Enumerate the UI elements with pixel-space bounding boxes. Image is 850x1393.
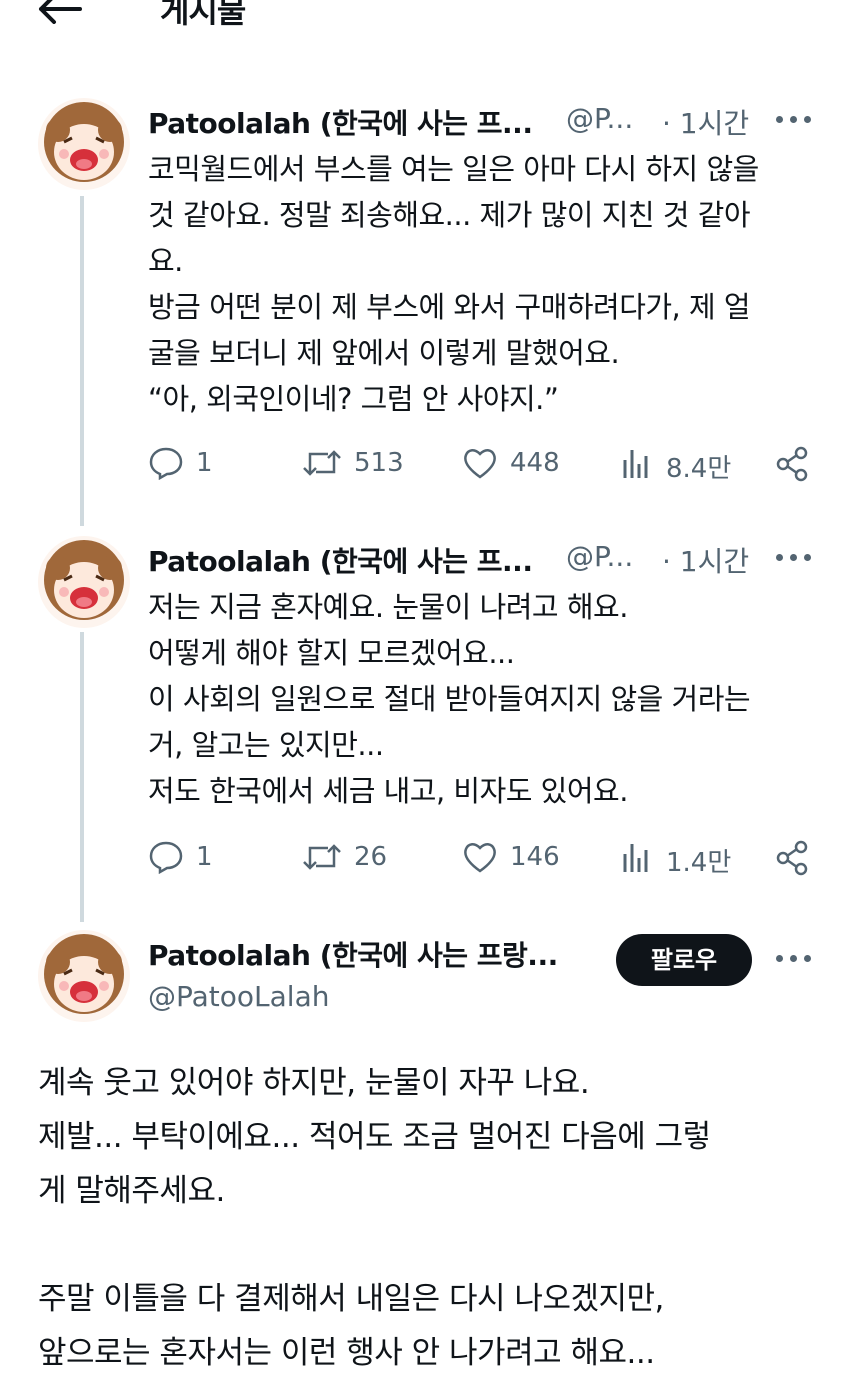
views-button[interactable]: 8.4만	[620, 444, 740, 484]
more-options-icon[interactable]	[776, 116, 812, 126]
heart-icon	[464, 843, 496, 873]
display-name[interactable]: Patoolalah (한국에 사는 프랑...	[148, 934, 558, 974]
user-handle[interactable]: @P...	[566, 540, 633, 573]
share-button[interactable]	[774, 838, 814, 878]
action-bar: 1 26 146 1.4만	[148, 838, 818, 878]
share-button[interactable]	[774, 444, 814, 484]
text-line: 앞으로는 혼자서는 이런 행사 안 나가려고 해요...	[38, 1335, 655, 1371]
action-bar: 1 513 448 8.4만	[148, 444, 818, 484]
view-count: 8.4만	[666, 454, 732, 484]
text-line: 코믹월드에서 부스를 여는 일은 아마 다시 하지 않을	[148, 152, 759, 186]
display-name[interactable]: Patoolalah (한국에 사는 프...	[148, 540, 533, 580]
like-count: 146	[510, 842, 560, 872]
retweet-icon	[303, 450, 341, 476]
text-line: 계속 웃고 있어야 하지만, 눈물이 자꾸 나요.	[38, 1065, 590, 1101]
main-tweet-text: 계속 웃고 있어야 하지만, 눈물이 자꾸 나요. 제발... 부탁이에요...…	[38, 1056, 711, 1380]
text-line: 게 말해주세요.	[38, 1173, 225, 1209]
text-line: 굴을 보더니 제 앞에서 이렇게 말했어요.	[148, 336, 620, 370]
text-line: 제발... 부탁이에요... 적어도 조금 멀어진 다음에 그렇	[38, 1119, 711, 1155]
avatar[interactable]	[38, 536, 130, 628]
retweet-button[interactable]: 26	[302, 838, 412, 878]
retweet-count: 26	[354, 842, 388, 872]
avatar-image	[38, 930, 130, 1022]
reply-button[interactable]: 1	[148, 838, 228, 878]
like-button[interactable]: 146	[462, 838, 572, 878]
text-line: 주말 이틀을 다 결제해서 내일은 다시 나오겠지만,	[38, 1281, 664, 1317]
retweet-count: 513	[354, 448, 404, 478]
timestamp[interactable]: · 1시간	[662, 102, 749, 142]
reply-button[interactable]: 1	[148, 444, 228, 484]
tweet-text: 코믹월드에서 부스를 여는 일은 아마 다시 하지 않을 것 같아요. 정말 죄…	[148, 146, 759, 422]
avatar[interactable]	[38, 98, 130, 190]
reply-count: 1	[196, 448, 213, 478]
reply-count: 1	[196, 842, 213, 872]
text-line: 방금 어떤 분이 제 부스에 와서 구매하려다가, 제 얼	[148, 290, 751, 324]
thread-line	[80, 632, 84, 922]
text-line: 이 사회의 일원으로 절대 받아들여지지 않을 거라는	[148, 682, 751, 716]
user-handle[interactable]: @P...	[566, 102, 633, 135]
more-options-icon[interactable]	[776, 955, 812, 965]
tweet-header: Patoolalah (한국에 사는 프... @P... · 1시간	[148, 540, 768, 580]
thread-tweet-1[interactable]: Patoolalah (한국에 사는 프... @P... · 1시간 코믹월드…	[0, 0, 850, 520]
view-count: 1.4만	[666, 848, 732, 878]
reply-icon	[149, 447, 183, 480]
tweet-text: 저는 지금 혼자예요. 눈물이 나려고 해요. 어떻게 해야 할지 모르겠어요.…	[148, 584, 751, 814]
tweet-header: Patoolalah (한국에 사는 프... @P... · 1시간	[148, 102, 768, 142]
text-line: 요.	[148, 244, 183, 278]
display-name[interactable]: Patoolalah (한국에 사는 프...	[148, 102, 533, 142]
more-options-icon[interactable]	[776, 554, 812, 564]
views-button[interactable]: 1.4만	[620, 838, 740, 878]
retweet-button[interactable]: 513	[302, 444, 412, 484]
share-icon	[776, 446, 808, 482]
timestamp[interactable]: · 1시간	[662, 540, 749, 580]
retweet-icon	[303, 844, 341, 870]
views-icon	[623, 450, 648, 478]
share-icon	[776, 840, 808, 876]
avatar-image	[38, 98, 130, 190]
avatar-image	[38, 536, 130, 628]
avatar[interactable]	[38, 930, 130, 1022]
text-line: “아, 외국인이네? 그럼 안 사야지.”	[148, 382, 559, 416]
like-button[interactable]: 448	[462, 444, 572, 484]
text-line: 저는 지금 혼자예요. 눈물이 나려고 해요.	[148, 590, 628, 624]
text-line: 저도 한국에서 세금 내고, 비자도 있어요.	[148, 774, 628, 808]
text-line	[38, 1218, 711, 1272]
text-line: 거, 알고는 있지만...	[148, 728, 384, 762]
reply-icon	[149, 841, 183, 874]
text-line: 것 같아요. 정말 죄송해요... 제가 많이 지친 것 같아	[148, 198, 751, 232]
follow-button[interactable]: 팔로우	[616, 934, 752, 986]
heart-icon	[464, 449, 496, 479]
user-handle[interactable]: @PatooLalah	[148, 980, 329, 1013]
views-icon	[623, 844, 648, 872]
text-line: 어떻게 해야 할지 모르겠어요...	[148, 636, 515, 670]
like-count: 448	[510, 448, 560, 478]
